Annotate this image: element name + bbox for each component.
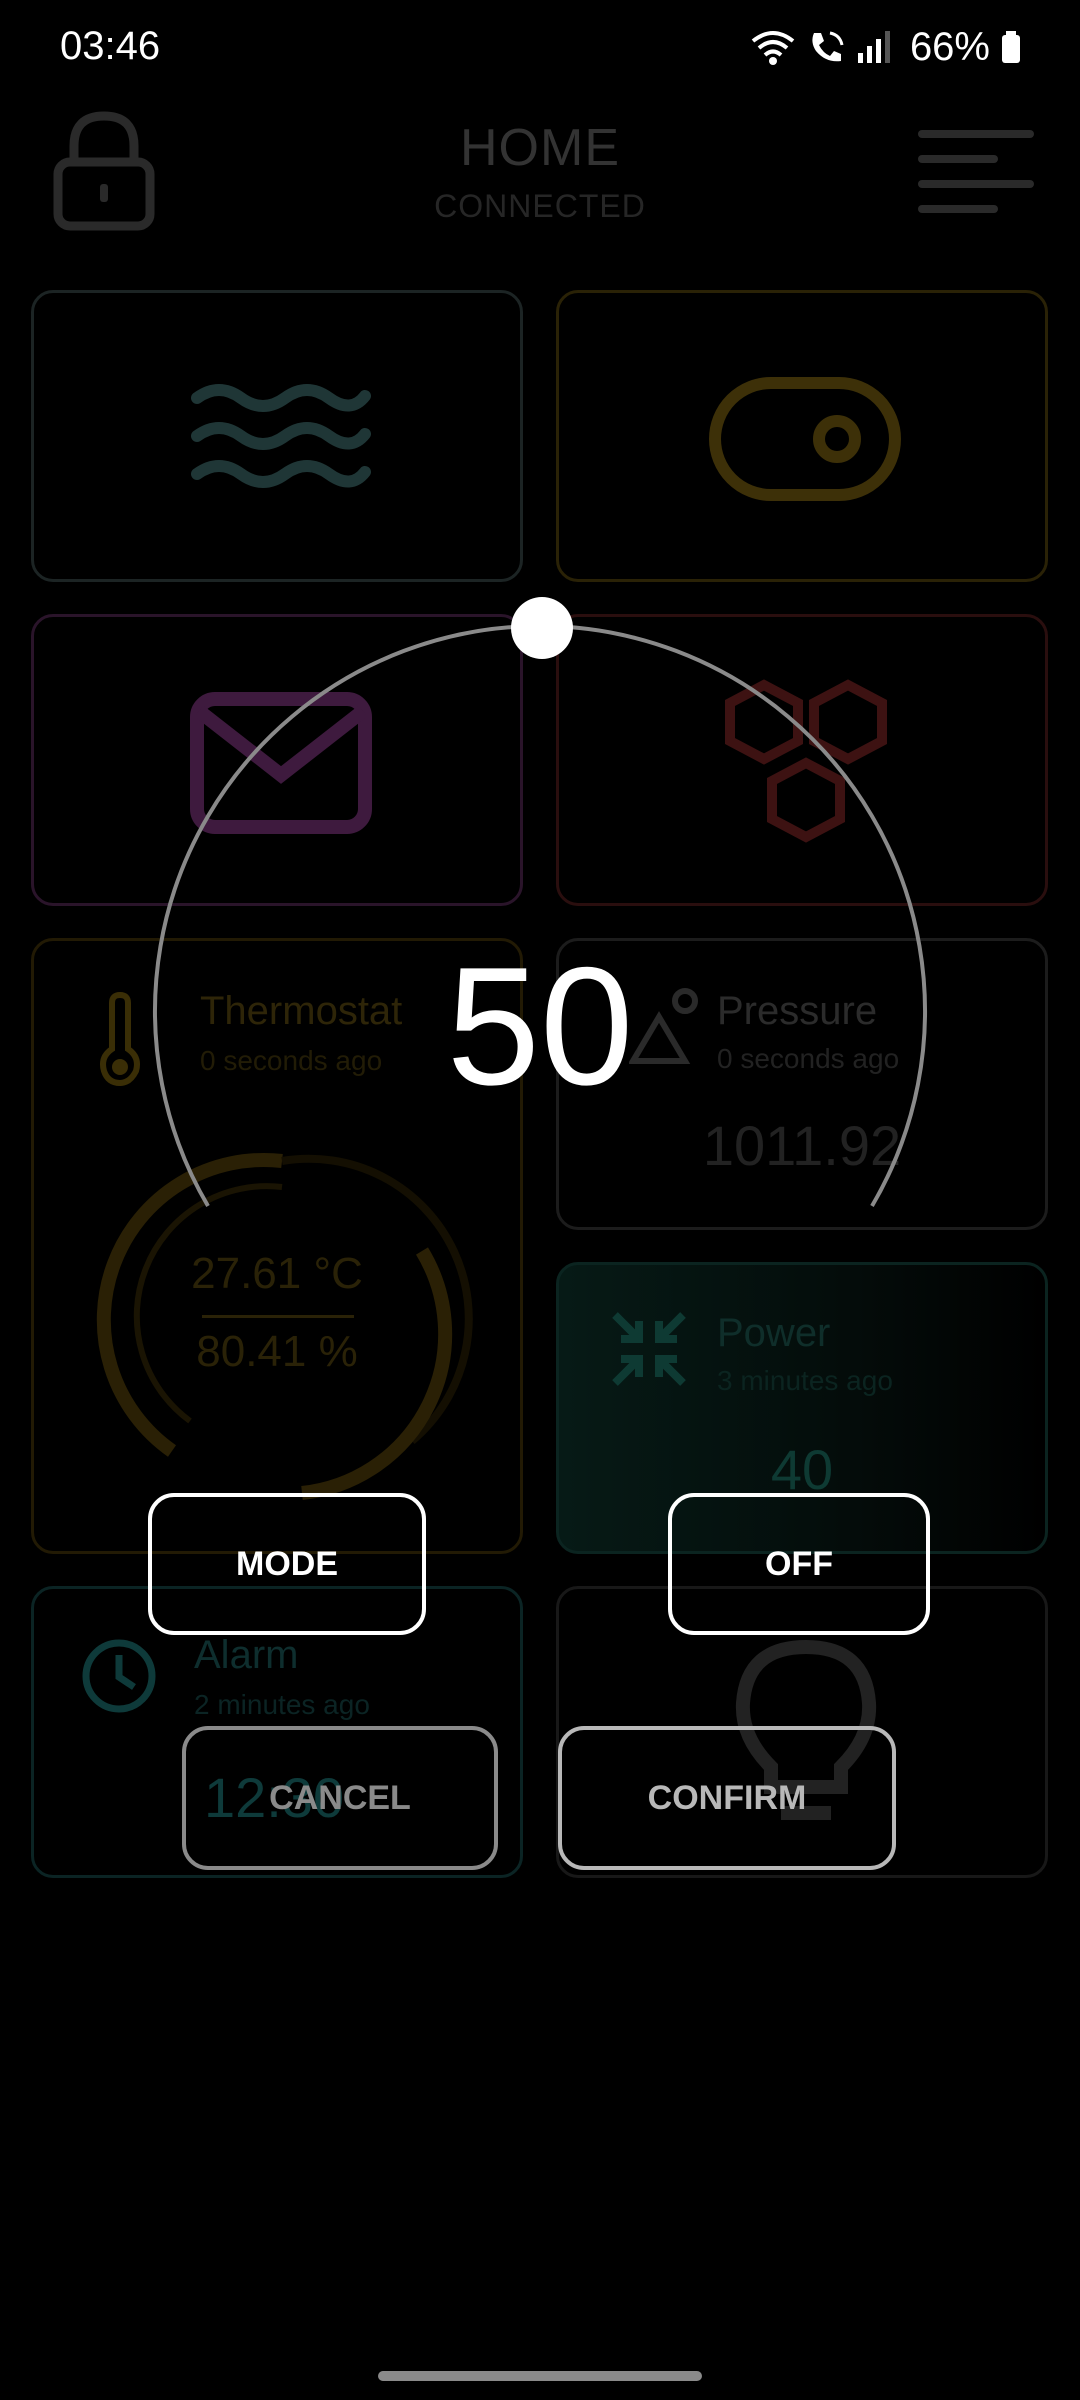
thermostat-temperature: 27.61 °C: [191, 1249, 363, 1298]
battery-percent: 66%: [909, 24, 990, 69]
thermostat-gauge: [96, 1152, 473, 1500]
waves-icon: [191, 384, 371, 488]
tile-switch[interactable]: [556, 290, 1048, 582]
pressure-updated: 0 seconds ago: [717, 1043, 900, 1074]
cancel-button[interactable]: CANCEL: [182, 1726, 498, 1870]
menu-icon[interactable]: [914, 128, 1038, 218]
wifi-icon: [751, 31, 795, 65]
thermometer-icon: [100, 991, 140, 1087]
dial-value: 50: [446, 932, 634, 1120]
status-bar: 03:46 66%: [0, 0, 1080, 100]
off-button[interactable]: OFF: [668, 1493, 930, 1635]
dial-knob[interactable]: [511, 597, 573, 659]
alarm-title: Alarm: [194, 1633, 299, 1677]
mail-icon: [190, 692, 372, 834]
power-updated: 3 minutes ago: [717, 1365, 893, 1396]
signal-icon: [857, 31, 890, 63]
tile-water[interactable]: [31, 290, 523, 582]
wifi-call-icon: [812, 31, 844, 62]
mode-button[interactable]: MODE: [148, 1493, 426, 1635]
compress-icon: [612, 1312, 686, 1386]
confirm-button[interactable]: CONFIRM: [558, 1726, 896, 1870]
tile-mail[interactable]: [31, 614, 523, 906]
hexagons-icon: [725, 679, 887, 843]
status-icons: 66%: [750, 22, 1022, 72]
alarm-updated: 2 minutes ago: [194, 1689, 370, 1720]
thermostat-divider: [202, 1315, 354, 1318]
toggle-icon: [709, 377, 901, 501]
thermostat-humidity: 80.41 %: [196, 1327, 358, 1376]
home-indicator[interactable]: [378, 2371, 702, 2381]
tile-hexagons[interactable]: [556, 614, 1048, 906]
power-title: Power: [717, 1311, 831, 1355]
status-time: 03:46: [60, 24, 161, 68]
battery-icon: [1002, 31, 1020, 63]
clock-icon: [82, 1639, 156, 1713]
pressure-title: Pressure: [717, 989, 878, 1033]
